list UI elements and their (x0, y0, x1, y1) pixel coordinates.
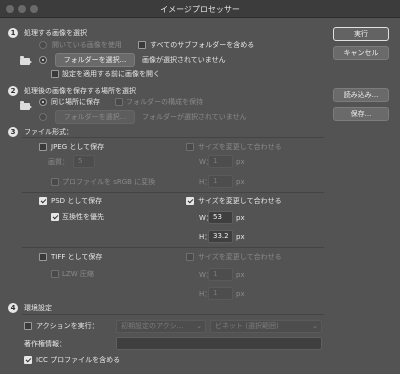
jpeg-quality-label: 画質： (48, 158, 69, 166)
open-first-image-checkbox[interactable] (51, 70, 59, 78)
include-icc-checkbox[interactable] (24, 356, 32, 364)
keep-structure-label: フォルダーの構成を保持 (126, 98, 203, 106)
save-jpeg-label: JPEG として保存 (51, 143, 105, 151)
psd-resize-checkbox[interactable] (186, 197, 194, 205)
cancel-button[interactable]: キャンセル (333, 46, 389, 60)
no-source-selected-text: 画像が選択されていません (142, 56, 226, 64)
maximize-compat-label: 互換性を優先 (62, 213, 104, 221)
chevron-down-icon: ⌄ (312, 322, 318, 330)
save-jpeg-checkbox[interactable] (39, 143, 47, 151)
keep-structure-checkbox[interactable] (115, 98, 123, 106)
section-3-title: ファイル形式： (24, 128, 73, 136)
window-title: イメージプロセッサー (160, 5, 240, 14)
run-button[interactable]: 実行 (333, 27, 389, 41)
tiff-width-input[interactable]: 1 (208, 268, 233, 281)
section-1-title: 処理する画像を選択 (24, 29, 87, 37)
section-2-number: 2 (8, 86, 18, 96)
section-4-title: 環境設定 (24, 304, 52, 312)
use-open-images-radio[interactable] (39, 41, 47, 49)
convert-srgb-label: プロファイルを sRGB に変換 (62, 178, 156, 186)
select-source-folder-button[interactable]: フォルダーを選択... (55, 53, 135, 67)
jpeg-height-input[interactable]: 1 (208, 175, 233, 188)
select-folder-radio[interactable] (39, 56, 47, 64)
run-action-label: アクションを実行： (36, 322, 99, 330)
save-psd-label: PSD として保存 (51, 197, 103, 205)
action-set-value: 初期設定のアクシ... (121, 322, 184, 330)
include-subfolders-checkbox[interactable] (138, 41, 146, 49)
no-dest-selected-text: フォルダーが選択されていません (142, 113, 247, 121)
save-tiff-checkbox[interactable] (39, 253, 47, 261)
save-settings-button[interactable]: 保存... (333, 107, 389, 121)
maximize-compat-checkbox[interactable] (51, 213, 59, 221)
select-dest-folder-radio[interactable] (39, 113, 47, 121)
divider (22, 137, 324, 138)
action-name-value: ビネット (選択範囲) (215, 322, 279, 330)
select-dest-folder-button[interactable]: フォルダーを選択... (55, 110, 135, 124)
run-action-checkbox[interactable] (24, 322, 32, 330)
include-subfolders-label: すべてのサブフォルダーを含める (150, 41, 255, 49)
jpeg-resize-label: サイズを変更して合わせる (198, 143, 282, 151)
convert-srgb-checkbox[interactable] (51, 178, 59, 186)
open-first-image-label: 設定を適用する前に画像を開く (62, 70, 160, 78)
folder-arrow-icon (20, 56, 32, 65)
psd-height-input[interactable]: 33.2 (208, 230, 233, 243)
jpeg-h-unit: px (236, 178, 245, 186)
psd-resize-label: サイズを変更して合わせる (198, 197, 282, 205)
folder-arrow-icon (20, 101, 32, 110)
section-1-number: 1 (8, 28, 18, 38)
psd-w-unit: px (236, 214, 245, 222)
divider (22, 247, 324, 248)
include-icc-label: ICC プロファイルを含める (36, 356, 121, 364)
psd-width-input[interactable]: 53 (208, 211, 233, 224)
use-open-images-label: 開いている画像を使用 (52, 41, 122, 49)
tiff-w-unit: px (236, 271, 245, 279)
load-button[interactable]: 読み込み... (333, 88, 389, 102)
jpeg-resize-checkbox[interactable] (186, 143, 194, 151)
section-2-title: 処理後の画像を保存する場所を選択 (24, 87, 136, 95)
save-same-location-label: 同じ場所に保存 (51, 98, 100, 106)
copyright-label: 著作権情報： (24, 340, 66, 348)
action-name-select[interactable]: ビネット (選択範囲) ⌄ (210, 320, 322, 333)
tiff-height-input[interactable]: 1 (208, 287, 233, 300)
divider (22, 314, 324, 315)
tiff-resize-label: サイズを変更して合わせる (198, 253, 282, 261)
lzw-label: LZW 圧縮 (62, 270, 94, 278)
tiff-h-unit: px (236, 290, 245, 298)
psd-h-unit: px (236, 233, 245, 241)
lzw-checkbox[interactable] (51, 270, 59, 278)
save-tiff-label: TIFF として保存 (51, 253, 103, 261)
jpeg-quality-input[interactable]: 5 (73, 155, 95, 168)
tiff-resize-checkbox[interactable] (186, 253, 194, 261)
copyright-input[interactable] (116, 337, 322, 350)
divider (22, 192, 324, 193)
section-3-number: 3 (8, 127, 18, 137)
jpeg-w-unit: px (236, 158, 245, 166)
chevron-down-icon: ⌄ (196, 322, 202, 330)
action-set-select[interactable]: 初期設定のアクシ... ⌄ (116, 320, 206, 333)
save-psd-checkbox[interactable] (39, 197, 47, 205)
jpeg-width-input[interactable]: 1 (208, 155, 233, 168)
save-same-location-radio[interactable] (39, 98, 47, 106)
section-4-number: 4 (8, 303, 18, 313)
